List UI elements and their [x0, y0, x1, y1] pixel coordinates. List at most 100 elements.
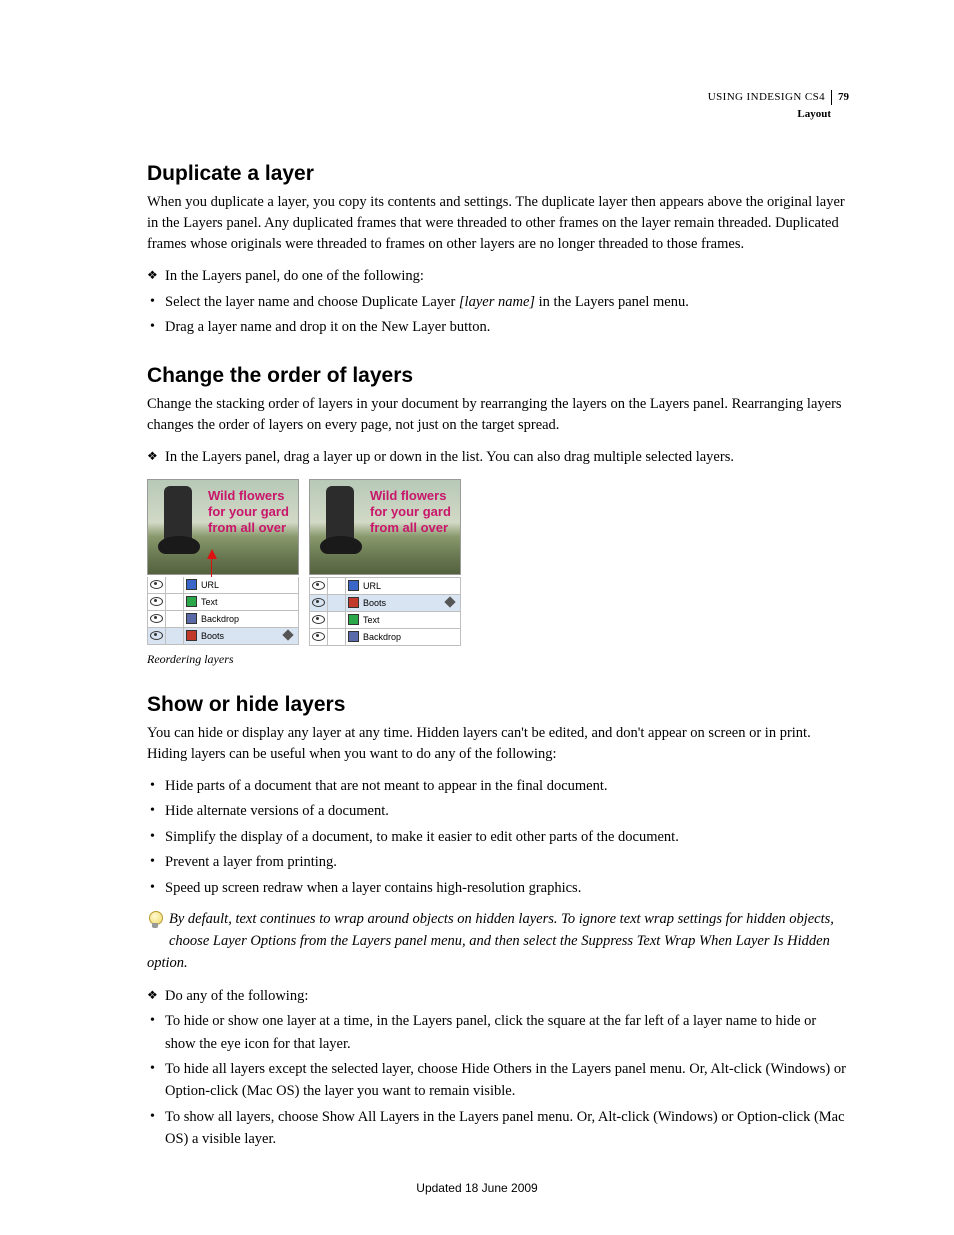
lock-toggle: [328, 578, 346, 594]
list-item: Drag a layer name and drop it on the New…: [147, 316, 849, 338]
heading-show-hide: Show or hide layers: [147, 693, 849, 717]
layer-swatch: [184, 594, 198, 610]
visibility-toggle: [310, 595, 328, 611]
thumb-text: Wild flowers for your gard from all over: [208, 488, 294, 537]
layer-swatch: [184, 628, 198, 644]
layer-name-label: URL: [360, 581, 460, 591]
layer-row: Text: [147, 594, 299, 611]
line: Wild flowers: [370, 488, 446, 503]
book-title: USING INDESIGN CS4: [708, 91, 825, 103]
text: Select the layer name and choose Duplica…: [165, 294, 459, 310]
list-item: Simplify the display of a document, to m…: [147, 826, 849, 848]
page-footer: Updated 18 June 2009: [0, 1181, 954, 1195]
eye-icon: [312, 632, 325, 641]
list-item: Hide alternate versions of a document.: [147, 800, 849, 822]
layer-row: Text: [309, 612, 461, 629]
list-item: Prevent a layer from printing.: [147, 851, 849, 873]
list-show-hide-reasons: Hide parts of a document that are not me…: [147, 775, 849, 899]
eye-icon: [312, 581, 325, 590]
para-change-order-intro: Change the stacking order of layers in y…: [147, 394, 849, 436]
layer-row: Boots: [309, 595, 461, 612]
layer-swatch: [346, 612, 360, 628]
layer-name-label: URL: [198, 580, 298, 590]
layer-row: Backdrop: [147, 611, 299, 628]
thumb-before: Wild flowers for your gard from all over: [147, 479, 299, 575]
visibility-toggle: [148, 611, 166, 627]
thumb-after: Wild flowers for your gard from all over: [309, 479, 461, 575]
tip-note: By default, text continues to wrap aroun…: [147, 909, 849, 974]
list-item: Hide parts of a document that are not me…: [147, 775, 849, 797]
drag-arrow-icon: [207, 549, 217, 559]
list-show-hide-steps: Do any of the following: To hide or show…: [147, 985, 849, 1151]
text: in the Layers panel menu.: [535, 294, 689, 310]
figure-reordering-layers: Wild flowers for your gard from all over…: [147, 479, 465, 667]
section-name: Layout: [708, 107, 831, 122]
line: for your gard: [208, 504, 289, 519]
heading-change-order: Change the order of layers: [147, 364, 849, 388]
heading-duplicate-layer: Duplicate a layer: [147, 162, 849, 186]
eye-icon: [312, 615, 325, 624]
visibility-toggle: [310, 612, 328, 628]
tip-text: By default, text continues to wrap aroun…: [147, 911, 834, 971]
eye-icon: [150, 614, 163, 623]
boot-graphic-icon: [318, 486, 366, 564]
layer-row: URL: [309, 577, 461, 595]
lock-toggle: [166, 628, 184, 644]
list-item: Speed up screen redraw when a layer cont…: [147, 877, 849, 899]
layer-row: URL: [147, 577, 299, 594]
page: USING INDESIGN CS4 79 Layout Duplicate a …: [0, 0, 954, 1235]
visibility-toggle: [148, 577, 166, 593]
list-change-order: In the Layers panel, drag a layer up or …: [147, 446, 849, 468]
eye-icon: [150, 597, 163, 606]
layer-swatch: [184, 611, 198, 627]
page-number: 79: [831, 90, 849, 105]
page-content: Duplicate a layer When you duplicate a l…: [147, 162, 849, 1151]
layers-panel-after: URL Boots Text Backdrop: [309, 577, 461, 646]
lock-toggle: [328, 629, 346, 645]
lock-toggle: [166, 594, 184, 610]
para-show-hide-intro: You can hide or display any layer at any…: [147, 723, 849, 765]
updated-date: Updated 18 June 2009: [416, 1181, 537, 1195]
layer-swatch: [184, 577, 198, 593]
eye-icon: [312, 598, 325, 607]
list-duplicate: In the Layers panel, do one of the follo…: [147, 265, 849, 338]
figure-caption: Reordering layers: [147, 652, 465, 667]
list-item: Select the layer name and choose Duplica…: [147, 291, 849, 313]
visibility-toggle: [148, 628, 166, 644]
lock-toggle: [328, 612, 346, 628]
list-item: To show all layers, choose Show All Laye…: [147, 1106, 849, 1151]
visibility-toggle: [310, 629, 328, 645]
layer-name-label: Text: [198, 597, 298, 607]
layer-name-label: Backdrop: [360, 632, 460, 642]
layer-name-label: Text: [360, 615, 460, 625]
layer-swatch: [346, 629, 360, 645]
layers-panel-before: URL Text Backdrop Boots: [147, 577, 299, 645]
lock-toggle: [166, 611, 184, 627]
eye-icon: [150, 631, 163, 640]
eye-icon: [150, 580, 163, 589]
layer-name-placeholder: [layer name]: [459, 294, 535, 310]
layer-name-label: Backdrop: [198, 614, 298, 624]
lock-toggle: [166, 577, 184, 593]
list-lead: Do any of the following:: [147, 985, 849, 1007]
layer-row: Backdrop: [309, 629, 461, 646]
line: for your gard: [370, 504, 451, 519]
lightbulb-icon: [147, 911, 163, 931]
figure-before: Wild flowers for your gard from all over…: [147, 479, 299, 646]
thumb-text: Wild flowers for your gard from all over: [370, 488, 456, 537]
visibility-toggle: [148, 594, 166, 610]
list-item: To hide or show one layer at a time, in …: [147, 1010, 849, 1055]
list-lead: In the Layers panel, do one of the follo…: [147, 265, 849, 287]
line: Wild flowers: [208, 488, 284, 503]
para-duplicate-intro: When you duplicate a layer, you copy its…: [147, 192, 849, 255]
step: In the Layers panel, drag a layer up or …: [147, 446, 849, 468]
running-header: USING INDESIGN CS4 79 Layout: [708, 90, 849, 122]
layer-swatch: [346, 578, 360, 594]
layer-swatch: [346, 595, 360, 611]
line: from all over: [370, 520, 448, 535]
lock-toggle: [328, 595, 346, 611]
figure-after: Wild flowers for your gard from all over…: [309, 479, 461, 646]
boot-graphic-icon: [156, 486, 204, 564]
layer-row: Boots: [147, 628, 299, 645]
line: from all over: [208, 520, 286, 535]
